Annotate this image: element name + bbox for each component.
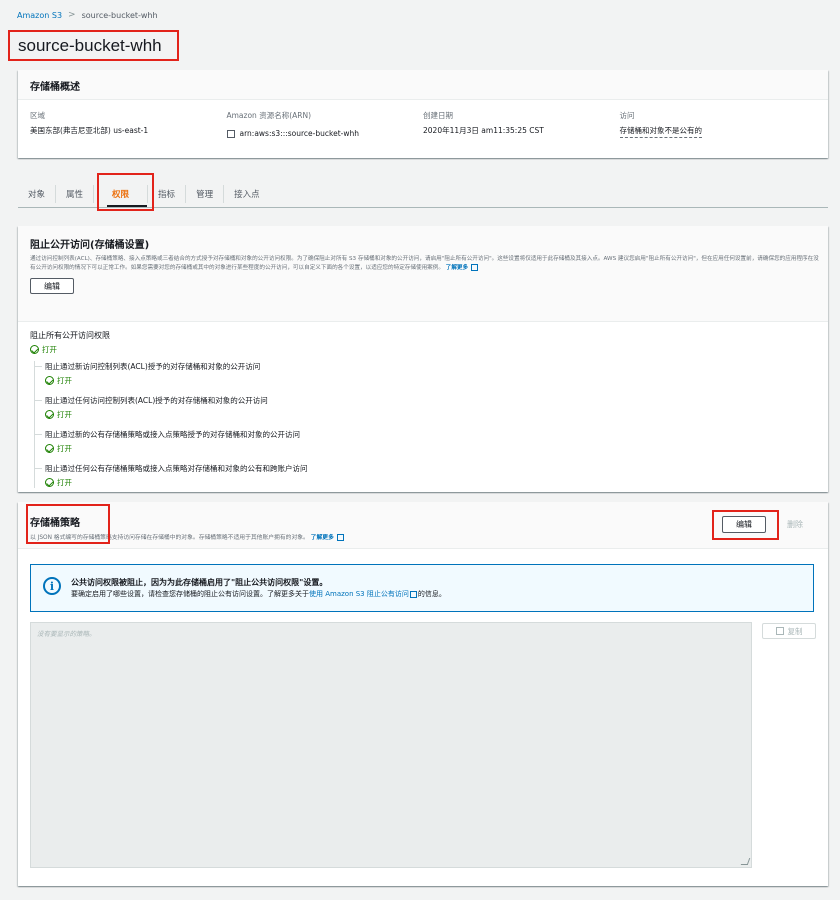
check-circle-icon	[45, 410, 54, 419]
info-alert: i 公共访问权限被阻止，因为为此存储桶启用了"阻止公共访问权限"设置。 要确定启…	[30, 564, 814, 612]
breadcrumb-separator: >	[68, 10, 76, 20]
block-all-public-access-setting: 阻止所有公开访问权限 打开	[30, 330, 816, 355]
sub-setting-new-acl: 阻止通过新访问控制列表(ACL)授予的对存储桶和对象的公开访问 打开	[35, 361, 816, 386]
tab-objects[interactable]: 对象	[18, 184, 57, 203]
sub-setting-new-policy: 阻止通过新的公有存储桶策略或接入点策略授予的对存储桶和对象的公开访问 打开	[35, 429, 816, 454]
page-title-highlight: source-bucket-whh	[8, 30, 179, 61]
region-value: 美国东部(弗吉尼亚北部) us-east-1	[30, 126, 149, 135]
copy-icon	[775, 627, 784, 635]
breadcrumb: Amazon S3 > source-bucket-whh	[17, 10, 158, 20]
resize-handle[interactable]	[740, 858, 751, 865]
sub-setting-label: 阻止通过任何访问控制列表(ACL)授予的对存储桶和对象的公开访问	[45, 396, 268, 405]
overview-heading: 存储桶概述	[18, 70, 828, 100]
policy-editor-placeholder: 没有要显示的策略。	[37, 630, 96, 638]
info-text-prefix: 要确定启用了哪些设置，请检查您存储桶的阻止公有访问设置。了解更多关于	[71, 590, 309, 598]
breadcrumb-link-s3[interactable]: Amazon S3	[17, 11, 62, 20]
block-public-access-description: 通过访问控制列表(ACL)、存储桶策略、接入点策略或三者结合的方式授予对存储桶和…	[30, 255, 820, 272]
status-label: 打开	[57, 478, 72, 487]
check-circle-icon	[45, 444, 54, 453]
created-label: 创建日期	[423, 111, 453, 120]
check-circle-icon	[45, 478, 54, 487]
bpa-description-text: 通过访问控制列表(ACL)、存储桶策略、接入点策略或三者结合的方式授予对存储桶和…	[30, 256, 819, 271]
sub-setting-label: 阻止通过新的公有存储桶策略或接入点策略授予的对存储桶和对象的公开访问	[45, 430, 300, 439]
status-on: 打开	[30, 344, 816, 355]
sub-setting-any-policy: 阻止通过任何公有存储桶策略或接入点策略对存储桶和对象的公有和跨账户访问 打开	[35, 463, 816, 488]
bucket-overview-panel: 存储桶概述 区域 美国东部(弗吉尼亚北部) us-east-1 Amazon 资…	[18, 70, 828, 158]
copy-icon[interactable]	[226, 130, 235, 138]
status-label: 打开	[42, 345, 57, 354]
sub-settings-list: 阻止通过新访问控制列表(ACL)授予的对存储桶和对象的公开访问 打开 阻止通过任…	[34, 361, 816, 488]
breadcrumb-current: source-bucket-whh	[81, 10, 158, 20]
external-link-icon	[336, 534, 344, 541]
copy-label: 复制	[787, 626, 803, 636]
region-label: 区域	[30, 111, 45, 120]
copy-policy-button[interactable]: 复制	[762, 623, 816, 639]
arn-field: Amazon 资源名称(ARN) arn:aws:s3:::source-buc…	[226, 110, 424, 138]
policy-learn-more-link[interactable]: 了解更多	[310, 534, 345, 541]
policy-title-highlight	[26, 504, 110, 544]
block-public-access-title: 阻止公开访问(存储桶设置)	[30, 240, 150, 251]
sub-setting-label: 阻止通过任何公有存储桶策略或接入点策略对存储桶和对象的公有和跨账户访问	[45, 464, 308, 473]
info-alert-text: 要确定启用了哪些设置，请检查您存储桶的阻止公有访问设置。了解更多关于使用 Ama…	[71, 589, 446, 599]
check-circle-icon	[45, 376, 54, 385]
tab-access-points[interactable]: 接入点	[224, 185, 270, 203]
bucket-policy-panel: 存储桶策略 以 JSON 格式编写的存储桶策略支持访问存储在存储桶中的对象。存储…	[18, 502, 828, 886]
region-field: 区域 美国东部(弗吉尼亚北部) us-east-1	[30, 110, 227, 138]
delete-bucket-policy-button[interactable]: 删除	[776, 516, 814, 533]
external-link-icon	[471, 263, 479, 271]
external-link-icon	[409, 590, 417, 598]
edit-button-highlight	[712, 510, 779, 540]
status-label: 打开	[57, 376, 72, 385]
status-label: 打开	[57, 444, 72, 453]
created-value: 2020年11月3日 am11:35:25 CST	[423, 126, 544, 135]
status-label: 打开	[57, 410, 72, 419]
tab-management[interactable]: 管理	[186, 184, 225, 203]
arn-label: Amazon 资源名称(ARN)	[226, 111, 312, 120]
policy-editor[interactable]: 没有要显示的策略。	[30, 622, 752, 868]
page-title: source-bucket-whh	[18, 35, 162, 55]
check-circle-icon	[30, 345, 39, 354]
tab-permissions-highlight	[97, 173, 154, 211]
sub-setting-label: 阻止通过新访问控制列表(ACL)授予的对存储桶和对象的公开访问	[45, 362, 261, 371]
info-icon: i	[43, 577, 61, 595]
created-field: 创建日期 2020年11月3日 am11:35:25 CST	[423, 110, 620, 138]
block-public-access-panel: 阻止公开访问(存储桶设置) 通过访问控制列表(ACL)、存储桶策略、接入点策略或…	[18, 226, 828, 492]
info-alert-title: 公共访问权限被阻止，因为为此存储桶启用了"阻止公共访问权限"设置。	[71, 578, 328, 587]
sub-setting-any-acl: 阻止通过任何访问控制列表(ACL)授予的对存储桶和对象的公开访问 打开	[35, 395, 816, 420]
tab-properties[interactable]: 属性	[56, 184, 95, 203]
policy-learn-more-label: 了解更多	[310, 535, 334, 541]
bpa-learn-more-label: 了解更多	[445, 264, 469, 271]
access-label: 访问	[619, 111, 635, 120]
access-field: 访问 存储桶和对象不是公有的	[619, 110, 817, 138]
access-value[interactable]: 存储桶和对象不是公有的	[619, 125, 702, 138]
block-public-access-doc-link[interactable]: 使用 Amazon S3 阻止公有访问	[309, 590, 409, 598]
bpa-learn-more-link[interactable]: 了解更多	[445, 263, 479, 271]
arn-value: arn:aws:s3:::source-bucket-whh	[239, 129, 359, 138]
edit-block-public-access-button[interactable]: 编辑	[30, 278, 74, 295]
block-all-label: 阻止所有公开访问权限	[30, 331, 110, 340]
info-text-suffix: 的信息。	[417, 590, 446, 598]
